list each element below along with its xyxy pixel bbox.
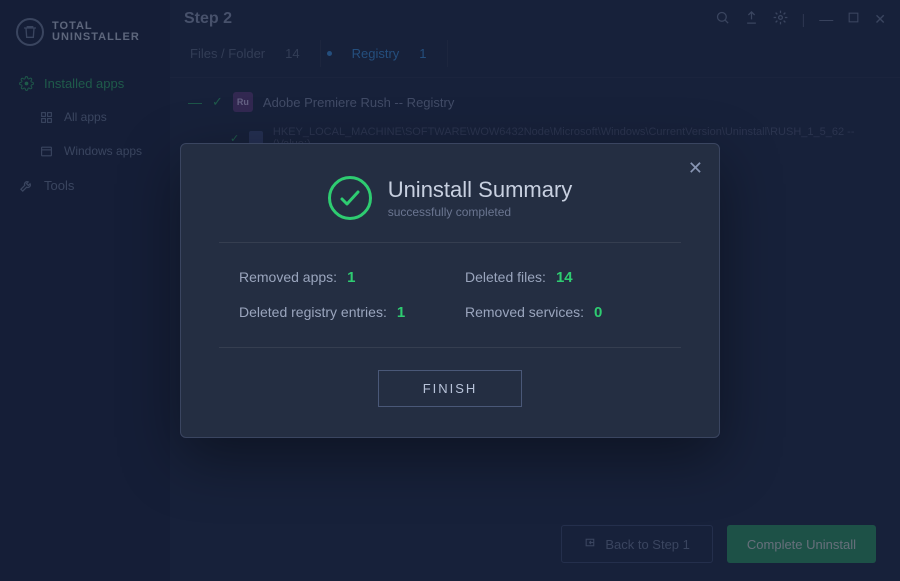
stat-value: 14 (556, 269, 573, 286)
stat-removed-services: Removed services: 0 (465, 304, 661, 321)
stat-deleted-files: Deleted files: 14 (465, 269, 661, 286)
dialog-close-icon[interactable]: ✕ (688, 158, 703, 179)
summary-stats: Removed apps: 1 Deleted files: 14 Delete… (209, 243, 691, 347)
stat-deleted-registry: Deleted registry entries: 1 (239, 304, 435, 321)
stat-removed-apps: Removed apps: 1 (239, 269, 435, 286)
modal-overlay: ✕ Uninstall Summary successfully complet… (0, 0, 900, 581)
uninstall-summary-dialog: ✕ Uninstall Summary successfully complet… (180, 143, 720, 438)
dialog-subtitle: successfully completed (388, 205, 573, 219)
stat-value: 0 (594, 304, 602, 321)
finish-button[interactable]: FINISH (378, 370, 523, 407)
stat-label: Removed services: (465, 304, 584, 320)
stat-value: 1 (397, 304, 405, 321)
stat-label: Removed apps: (239, 269, 337, 285)
stat-value: 1 (347, 269, 355, 286)
dialog-header: Uninstall Summary successfully completed (209, 166, 691, 242)
stat-label: Deleted files: (465, 269, 546, 285)
stat-label: Deleted registry entries: (239, 304, 387, 320)
dialog-title: Uninstall Summary (388, 177, 573, 203)
success-check-icon (328, 176, 372, 220)
dialog-footer: FINISH (209, 348, 691, 407)
